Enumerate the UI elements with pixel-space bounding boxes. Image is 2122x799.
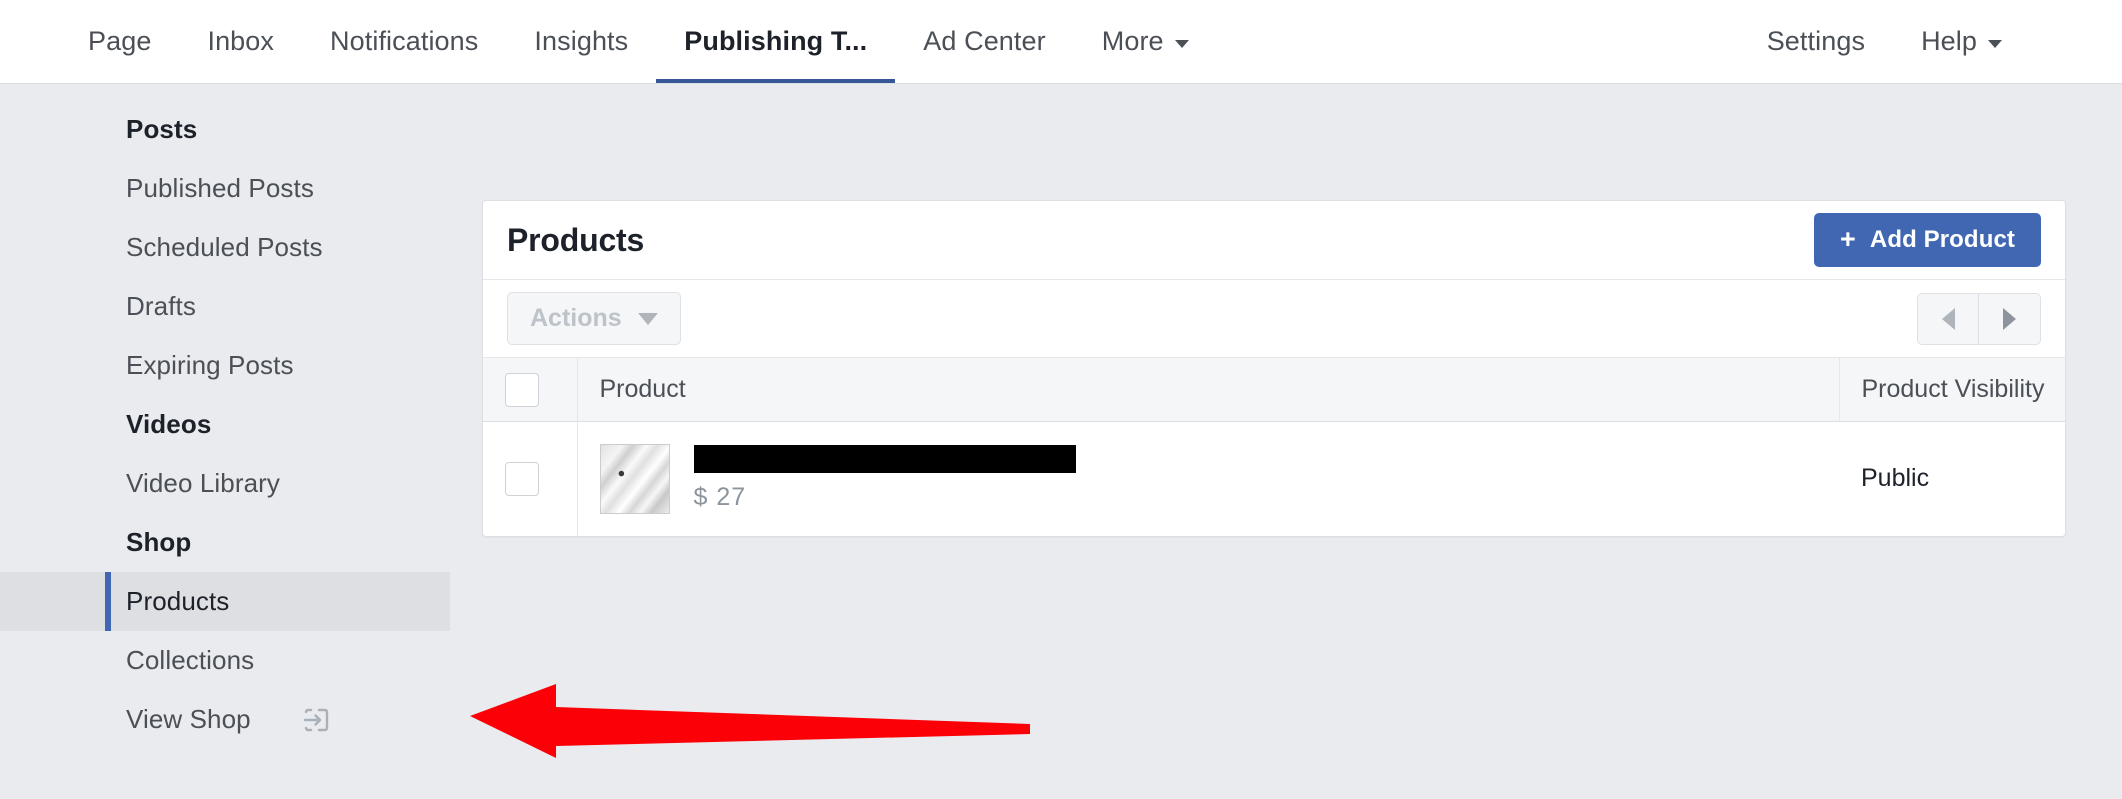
table-toolbar: Actions — [483, 279, 2065, 357]
table-row[interactable]: $ 27 Public — [483, 421, 2065, 536]
sidebar-item-label: Published Posts — [126, 173, 314, 203]
nav-tab-publishing-tools[interactable]: Publishing T... — [656, 0, 896, 83]
add-product-label: Add Product — [1869, 226, 2015, 253]
sidebar-item-video-library[interactable]: Video Library — [0, 454, 450, 513]
sidebar: Posts Published Posts Scheduled Posts Dr… — [0, 84, 450, 749]
actions-dropdown-button[interactable]: Actions — [507, 292, 681, 345]
next-page-button[interactable] — [1979, 292, 2041, 345]
table-header-select-all — [483, 357, 578, 422]
table-header-product: Product — [577, 357, 1839, 422]
external-link-icon — [302, 706, 330, 734]
sidebar-item-label: View Shop — [126, 704, 251, 734]
sidebar-item-expiring-posts[interactable]: Expiring Posts — [0, 336, 450, 395]
sidebar-item-view-shop[interactable]: View Shop — [0, 690, 450, 749]
nav-tab-notifications[interactable]: Notifications — [302, 0, 506, 83]
page-body: Posts Published Posts Scheduled Posts Dr… — [0, 84, 2122, 799]
triangle-left-icon — [1941, 307, 1955, 330]
nav-tab-settings[interactable]: Settings — [1739, 0, 1893, 83]
nav-tab-ad-center[interactable]: Ad Center — [895, 0, 1073, 83]
nav-tab-label: Help — [1921, 26, 1977, 56]
sidebar-item-collections[interactable]: Collections — [0, 631, 450, 690]
nav-tab-insights[interactable]: Insights — [506, 0, 656, 83]
nav-tab-label: Publishing T... — [684, 26, 868, 56]
chevron-down-icon — [1988, 39, 2002, 48]
chevron-down-icon — [1174, 39, 1189, 48]
sidebar-item-label: Video Library — [126, 468, 281, 498]
nav-tab-label: Notifications — [330, 26, 479, 56]
nav-tab-more[interactable]: More — [1074, 0, 1217, 83]
pagination-controls — [1917, 292, 2041, 345]
table-body: $ 27 Public — [483, 421, 2065, 536]
table-header: Product Product Visibility — [483, 357, 2065, 422]
sidebar-group-title-shop: Shop — [126, 527, 192, 557]
sidebar-item-products[interactable]: Products — [0, 572, 450, 631]
product-cell: $ 27 — [577, 422, 1839, 536]
red-arrow-annotation — [470, 670, 1030, 760]
products-card: Products + Add Product Actions Product P… — [482, 200, 2066, 537]
row-select-cell — [483, 421, 578, 536]
sidebar-item-label: Expiring Posts — [126, 350, 294, 380]
table-header-row: Product Product Visibility — [483, 357, 2065, 422]
product-price: $ 27 — [693, 483, 747, 512]
nav-tab-label: More — [1101, 26, 1164, 56]
top-navigation-bar: Page Inbox Notifications Insights Publis… — [0, 0, 2122, 84]
select-all-checkbox[interactable] — [505, 372, 539, 407]
product-name-redacted — [693, 445, 1076, 474]
previous-page-button[interactable] — [1917, 292, 1979, 345]
nav-tab-page[interactable]: Page — [60, 0, 179, 83]
nav-tab-label: Insights — [534, 26, 629, 56]
sidebar-item-published-posts[interactable]: Published Posts — [0, 159, 450, 218]
sidebar-item-label: Scheduled Posts — [126, 232, 323, 262]
primary-nav: Page Inbox Notifications Insights Publis… — [60, 0, 1217, 83]
sidebar-item-drafts[interactable]: Drafts — [0, 277, 450, 336]
add-product-button[interactable]: + Add Product — [1814, 213, 2041, 267]
products-table: Product Product Visibility $ 27 Public — [483, 357, 2065, 536]
nav-tab-label: Inbox — [207, 26, 275, 56]
red-arrow-icon — [470, 684, 1030, 758]
product-thumbnail[interactable] — [599, 443, 670, 514]
actions-label: Actions — [530, 304, 622, 332]
row-checkbox[interactable] — [505, 461, 539, 496]
sidebar-item-label: Products — [126, 586, 230, 616]
table-header-product-visibility: Product Visibility — [1838, 357, 2065, 422]
sidebar-group-title-posts: Posts — [126, 114, 198, 144]
chevron-down-icon — [637, 312, 658, 325]
nav-tab-label: Page — [88, 26, 152, 56]
product-visibility-cell: Public — [1861, 464, 1930, 493]
plus-icon: + — [1840, 223, 1856, 254]
card-header: Products + Add Product — [483, 201, 2065, 279]
nav-tab-label: Ad Center — [923, 26, 1046, 56]
triangle-right-icon — [2003, 307, 2016, 330]
secondary-nav: Settings Help — [1739, 0, 2030, 83]
sidebar-group-title-videos: Videos — [126, 409, 212, 439]
nav-tab-help[interactable]: Help — [1893, 0, 2030, 83]
nav-tab-label: Settings — [1766, 26, 1866, 56]
sidebar-item-label: Collections — [126, 645, 255, 675]
page-title: Products — [507, 221, 645, 258]
sidebar-item-label: Drafts — [126, 291, 196, 321]
sidebar-item-scheduled-posts[interactable]: Scheduled Posts — [0, 218, 450, 277]
nav-tab-inbox[interactable]: Inbox — [179, 0, 302, 83]
